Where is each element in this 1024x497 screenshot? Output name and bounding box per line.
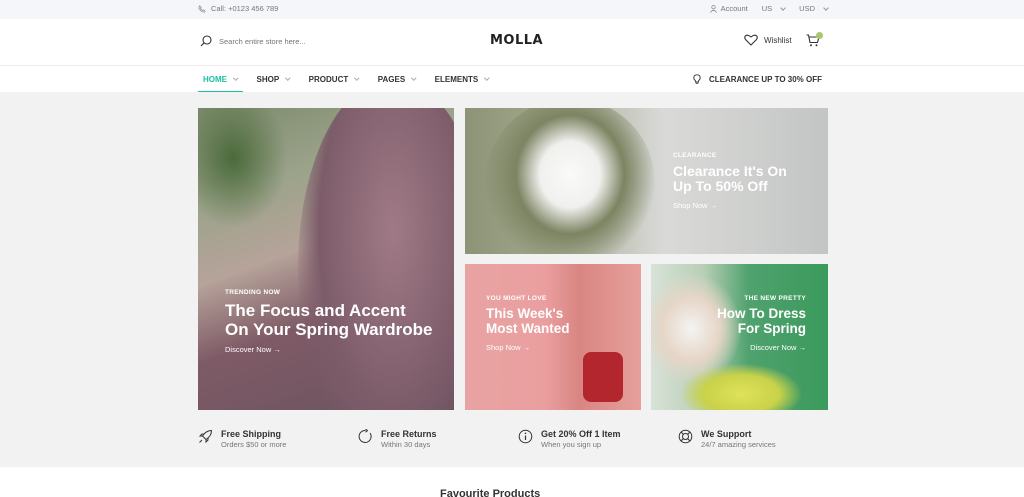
info-icon: [518, 429, 533, 444]
feature-title: We Support: [701, 429, 752, 439]
logo[interactable]: MOLLA: [490, 33, 543, 48]
chevron-down-icon: [823, 4, 829, 11]
chevron-down-icon: [411, 75, 417, 81]
cart-button[interactable]: [806, 32, 823, 52]
nav-label: PRODUCT: [308, 74, 349, 84]
banner-spring[interactable]: THE NEW PRETTY How To Dress For Spring D…: [651, 264, 828, 410]
discover-now-link[interactable]: Discover Now →: [225, 345, 281, 354]
call-info: Call: +0123 456 789: [198, 4, 278, 13]
banner-title-line2: On Your Spring Wardrobe: [225, 319, 433, 339]
nav-label: PAGES: [377, 74, 406, 84]
banner-clearance[interactable]: CLEARANCE Clearance It's On Up To 50% Of…: [465, 108, 828, 254]
banner-trending[interactable]: TRENDING NOW The Focus and Accent On You…: [198, 108, 454, 410]
feature-title: Free Shipping: [221, 429, 282, 439]
nav-item-pages[interactable]: PAGES: [373, 66, 421, 92]
language-select[interactable]: US: [761, 4, 786, 13]
feature-title: Free Returns: [381, 429, 437, 439]
chevron-down-icon: [780, 4, 786, 11]
feature-returns: Free Returns Within 30 days: [358, 429, 437, 449]
account-label: Account: [720, 4, 748, 13]
phone-icon: [198, 4, 206, 13]
shop-now-link[interactable]: Shop Now →: [486, 343, 530, 352]
clearance-label: CLEARANCE UP TO 30% OFF: [708, 74, 822, 84]
returns-icon: [358, 429, 372, 443]
feature-discount: Get 20% Off 1 Item When you sign up: [518, 429, 621, 449]
search-icon[interactable]: [200, 35, 212, 47]
feature-subtitle: Orders $50 or more: [221, 440, 287, 449]
chevron-down-icon: [354, 75, 360, 81]
rocket-icon: [198, 429, 213, 444]
banner-subtitle: TRENDING NOW: [225, 289, 281, 296]
heart-icon: [744, 34, 758, 46]
banner-title-line1: The Focus and Accent: [225, 301, 406, 320]
language-value: US: [761, 4, 773, 13]
feature-subtitle: When you sign up: [541, 440, 602, 449]
wishlist-link[interactable]: Wishlist: [744, 34, 792, 46]
feature-subtitle: 24/7 amazing services: [701, 440, 776, 449]
nav-label: HOME: [203, 74, 227, 84]
chevron-down-icon: [285, 75, 291, 81]
account-link[interactable]: Account: [709, 4, 748, 13]
section-heading: Favourite Products: [440, 488, 541, 497]
nav-label: SHOP: [256, 74, 280, 84]
shop-now-link[interactable]: Shop Now →: [673, 201, 717, 210]
search-input[interactable]: [219, 36, 339, 46]
currency-select[interactable]: USD: [799, 4, 829, 13]
nav-item-shop[interactable]: SHOP: [252, 66, 295, 92]
feature-shipping: Free Shipping Orders $50 or more: [198, 429, 286, 449]
banner-image: [485, 108, 655, 254]
bulb-icon: [693, 74, 701, 84]
header: MOLLA Wishlist: [0, 19, 1024, 65]
feature-subtitle: Within 30 days: [381, 440, 431, 449]
nav-label: ELEMENTS: [434, 74, 479, 84]
wishlist-label: Wishlist: [764, 35, 792, 45]
top-bar: Call: +0123 456 789 Account US USD: [0, 0, 1024, 19]
chevron-down-icon: [484, 75, 490, 81]
search-box: [200, 35, 339, 47]
user-icon: [709, 4, 717, 13]
banner-title-line1: Clearance It's On: [673, 163, 787, 179]
chevron-down-icon: [233, 75, 239, 81]
nav-item-product[interactable]: PRODUCT: [304, 66, 364, 92]
banner-subtitle: YOU MIGHT LOVE: [486, 295, 547, 302]
call-text: Call: +0123 456 789: [211, 4, 279, 13]
features-strip: Free Shipping Orders $50 or more Free Re…: [0, 429, 1024, 459]
support-icon: [678, 429, 693, 444]
banner-title-line1: This Week's: [486, 306, 564, 321]
banner-title-line2: For Spring: [737, 320, 806, 336]
nav-item-elements[interactable]: ELEMENTS: [430, 66, 494, 92]
feature-support: We Support 24/7 amazing services: [678, 429, 776, 449]
main-nav: HOME SHOP PRODUCT PAGES ELEMENTS CLEARAN…: [0, 65, 1024, 93]
banner-title-line1: How To Dress: [716, 306, 806, 321]
banner-subtitle: THE NEW PRETTY: [744, 295, 806, 302]
discover-now-link[interactable]: Discover Now →: [750, 343, 806, 352]
banner-week[interactable]: YOU MIGHT LOVE This Week's Most Wanted S…: [465, 264, 641, 410]
feature-title: Get 20% Off 1 Item: [541, 429, 621, 439]
nav-item-home[interactable]: HOME: [198, 66, 243, 93]
banner-subtitle: CLEARANCE: [673, 152, 717, 159]
banner-title-line2: Most Wanted: [486, 320, 570, 336]
banner-image: [298, 108, 454, 410]
hero-section: TRENDING NOW The Focus and Accent On You…: [0, 92, 1024, 467]
currency-value: USD: [799, 4, 815, 13]
cart-count-badge: [816, 32, 823, 39]
plant-decoration: [198, 108, 288, 228]
bag-decoration: [583, 352, 623, 402]
banner-title-line2: Up To 50% Off: [673, 178, 768, 195]
clearance-link[interactable]: CLEARANCE UP TO 30% OFF: [693, 74, 822, 84]
